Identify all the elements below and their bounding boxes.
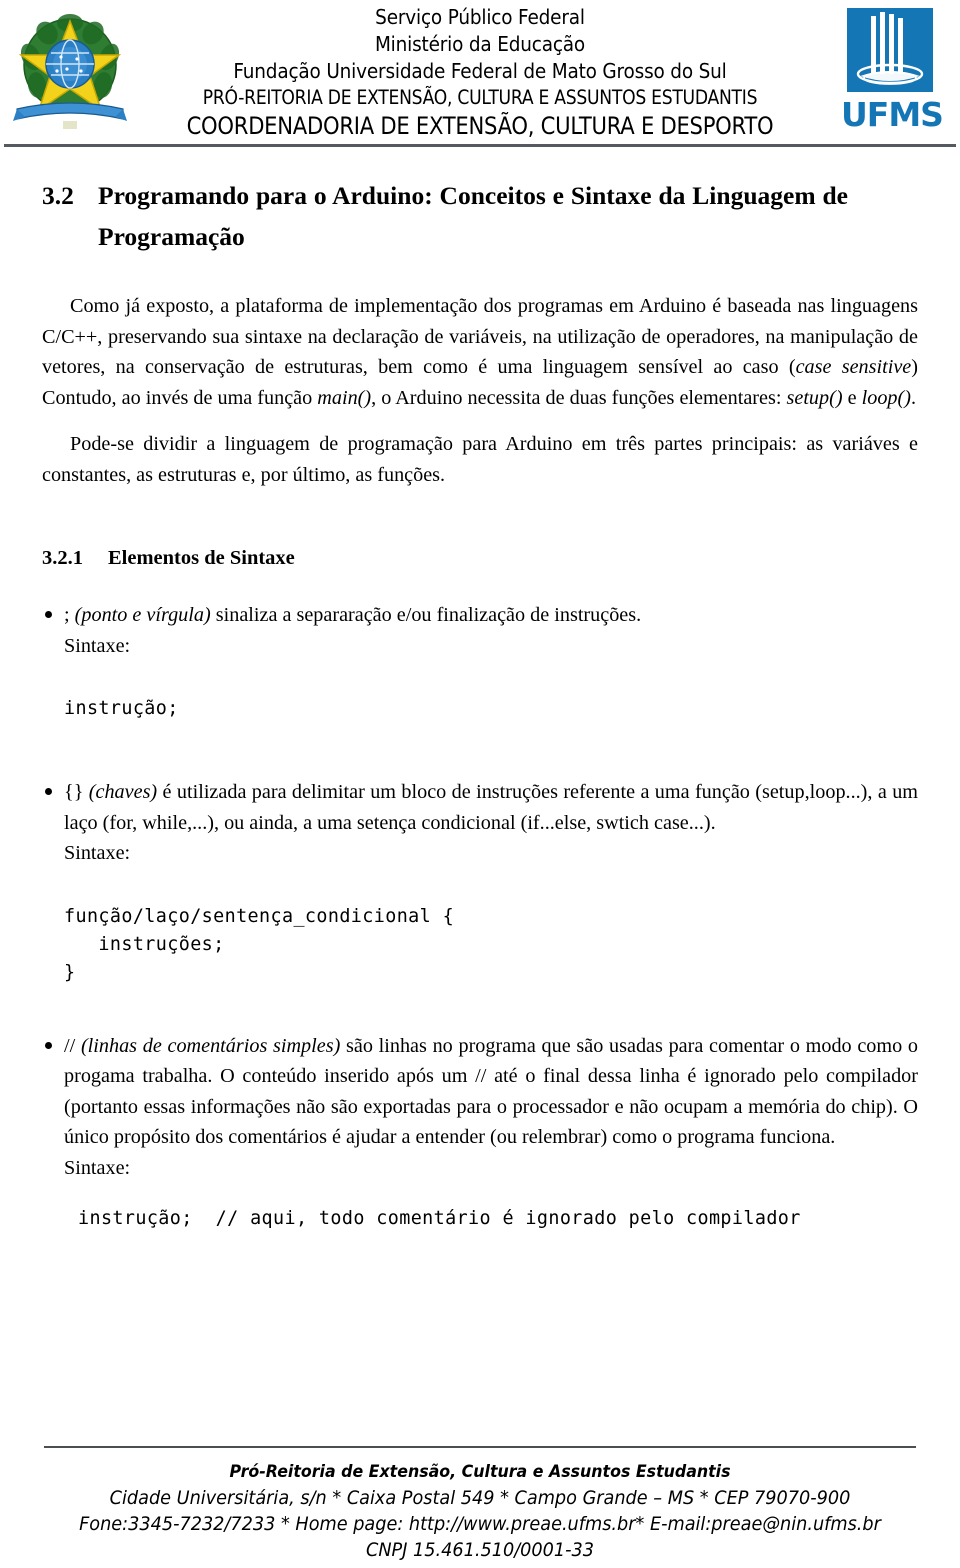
bullet-3-sintaxe-label: Sintaxe: xyxy=(64,1156,131,1179)
bullet-3-code-block: instrução; // aqui, todo comentário é ig… xyxy=(78,1208,801,1229)
subsection-title: Elementos de Sintaxe xyxy=(108,547,295,569)
para1-italic-case-sensitive: case sensitive xyxy=(795,356,912,378)
syntax-elements-list: ; (ponto e vírgula) sinaliza a separaraç… xyxy=(42,600,918,1233)
section-heading: 3.2 Programando para o Arduino: Conceitos… xyxy=(42,176,918,257)
bullet-dot-icon xyxy=(45,611,52,618)
page-header: Serviço Público Federal Ministério da Ed… xyxy=(0,0,960,146)
header-line-servico-publico: Serviço Público Federal xyxy=(375,5,585,29)
bullet-2-code-block: função/laço/sentença_condicional { instr… xyxy=(64,905,455,983)
bullet-2-italic: (chaves) xyxy=(88,781,158,803)
bullet-1-rest: sinaliza a separaração e/ou finalização … xyxy=(210,604,642,626)
header-line-ministerio: Ministério da Educação xyxy=(374,32,586,56)
page-footer: Pró-Reitoria de Extensão, Cultura e Assu… xyxy=(0,1446,960,1563)
bullet-2-text: {} (chaves) é utilizada para delimitar u… xyxy=(64,777,918,838)
footer-address: Cidade Universitária, s/n * Caixa Postal… xyxy=(109,1487,851,1509)
document-content: 3.2 Programando para o Arduino: Conceitos… xyxy=(0,176,960,1233)
para1-italic-setup: setup() xyxy=(786,386,843,409)
header-line-pro-reitoria: PRÓ-REITORIA DE EXTENSÃO, CULTURA E ASSU… xyxy=(202,86,758,109)
header-divider xyxy=(4,144,956,147)
bullet-3-lead: // xyxy=(64,1034,81,1057)
footer-cnpj: CNPJ 15.461.510/0001-33 xyxy=(366,1539,594,1561)
bullet-3-text: // (linhas de comentários simples) são l… xyxy=(64,1031,918,1153)
ufms-wordmark: UFMS xyxy=(841,95,944,134)
section-number: 3.2 xyxy=(42,181,74,210)
bullet-1-text: ; (ponto e vírgula) sinaliza a separaraç… xyxy=(64,600,918,631)
brasao-nacional-logo xyxy=(0,0,140,142)
header-text-block: Serviço Público Federal Ministério da Ed… xyxy=(140,0,820,141)
bullet-dot-icon xyxy=(45,1041,52,1049)
bullet-2-rest: é utilizada para delimitar um bloco de i… xyxy=(64,781,918,834)
footer-contact: Fone:3345-7232/7233 * Home page: http://… xyxy=(79,1513,881,1535)
ufms-logo: UFMS xyxy=(820,0,960,148)
para1-italic-main: main() xyxy=(317,386,372,409)
section-title-line2: Programação xyxy=(98,222,245,251)
bullet-1-sintaxe-label: Sintaxe: xyxy=(64,634,131,657)
list-item: ; (ponto e vírgula) sinaliza a separaraç… xyxy=(42,600,918,723)
list-item: // (linhas de comentários simples) são l… xyxy=(42,1031,918,1234)
bullet-1-italic: (ponto e vírgula) xyxy=(74,604,211,626)
bullet-dot-icon xyxy=(45,788,52,795)
bullet-1-lead: ; xyxy=(64,604,75,626)
para1-part-c: , o Arduino necessita de duas funções el… xyxy=(371,386,787,409)
section-title-line1: Programando para o Arduino: Conceitos e … xyxy=(98,181,848,210)
para1-part-d: e xyxy=(842,386,862,409)
brasao-icon xyxy=(13,14,127,129)
header-line-coordenadoria: COORDENADORIA DE EXTENSÃO, CULTURA E DES… xyxy=(186,112,774,140)
para1-part-e: . xyxy=(910,386,917,409)
bullet-3-italic: (linhas de comentários simples) xyxy=(80,1034,341,1057)
bullet-2-sintaxe-label: Sintaxe: xyxy=(64,842,131,864)
paragraph-1: Como já exposto, a plataforma de impleme… xyxy=(42,291,918,413)
subsection-heading: 3.2.1 Elementos de Sintaxe xyxy=(42,544,918,572)
para1-part-a: Como já exposto, a plataforma de impleme… xyxy=(42,295,918,378)
bullet-2-lead: {} xyxy=(64,781,89,803)
footer-org-name: Pró-Reitoria de Extensão, Cultura e Assu… xyxy=(229,1462,731,1482)
footer-divider xyxy=(44,1446,916,1448)
bullet-1-code-block: instrução; xyxy=(64,698,179,719)
para1-italic-loop: loop() xyxy=(861,386,911,409)
ufms-emblem-icon xyxy=(847,8,933,92)
paragraph-2: Pode-se dividir a linguagem de programaç… xyxy=(42,433,918,486)
ufms-towers-icon xyxy=(856,12,924,85)
header-line-fundacao: Fundação Universidade Federal de Mato Gr… xyxy=(233,59,727,83)
subsection-number: 3.2.1 xyxy=(42,547,83,569)
list-item: {} (chaves) é utilizada para delimitar u… xyxy=(42,777,918,987)
